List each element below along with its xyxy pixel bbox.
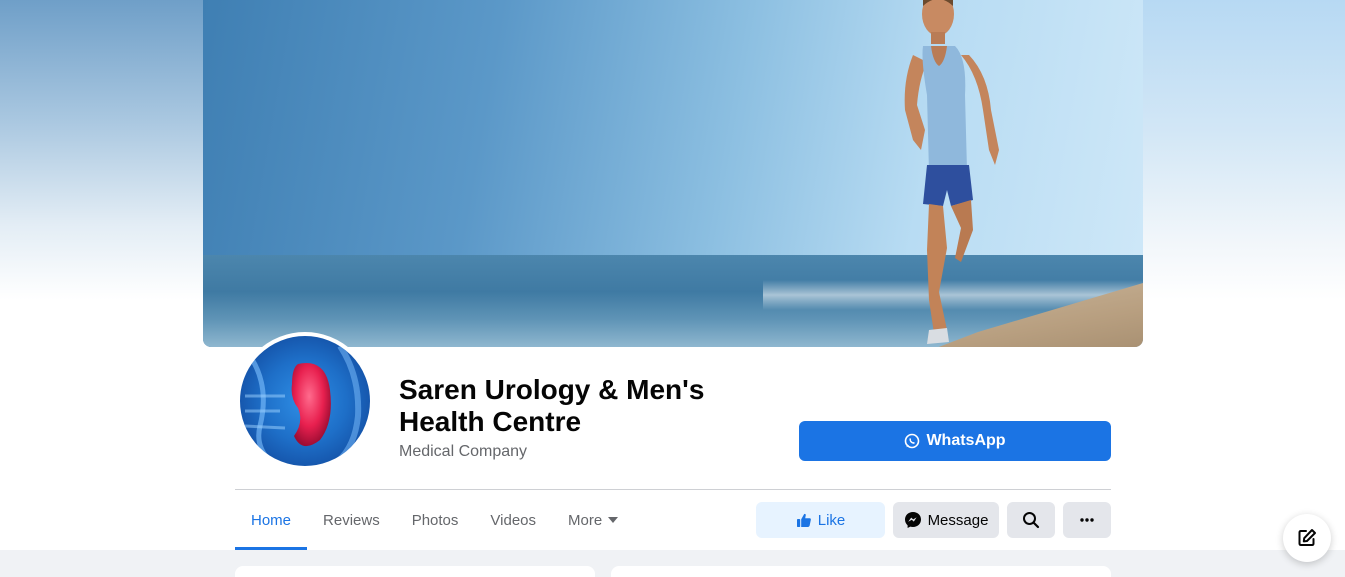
tab-photos-label: Photos (411, 511, 459, 529)
more-options-button[interactable] (1063, 502, 1111, 538)
search-icon (1023, 512, 1040, 529)
search-button[interactable] (1007, 502, 1055, 538)
cover-photo[interactable] (203, 0, 1143, 347)
message-button[interactable]: Message (893, 502, 999, 538)
messenger-icon (904, 512, 921, 528)
kidney-illustration (244, 344, 362, 464)
tab-more[interactable]: More (552, 490, 634, 550)
like-button-label: Like (817, 511, 846, 529)
page-title: Saren Urology & Men's Health Centre (399, 374, 705, 437)
whatsapp-button[interactable]: WhatsApp (799, 421, 1111, 461)
page-category[interactable]: Medical Company (399, 443, 527, 461)
message-button-label: Message (927, 511, 989, 529)
tab-videos[interactable]: Videos (474, 490, 552, 550)
profile-picture[interactable] (236, 332, 374, 470)
tab-home[interactable]: Home (235, 490, 308, 550)
tab-videos-label: Videos (490, 511, 536, 529)
tab-reviews-label: Reviews (323, 511, 380, 529)
cover-background-blur-right (1143, 0, 1345, 300)
page-tabs: Home Reviews Photos Videos More (235, 490, 634, 550)
like-button[interactable]: Like (756, 502, 885, 538)
cover-runner-figure (904, 0, 999, 344)
tab-home-label: Home (251, 511, 292, 529)
whatsapp-button-label: WhatsApp (926, 432, 1006, 449)
tab-reviews[interactable]: Reviews (307, 490, 396, 550)
compose-icon (1298, 529, 1316, 546)
intro-card (235, 566, 595, 577)
posts-card (611, 566, 1111, 577)
new-message-button[interactable] (1283, 514, 1331, 562)
ellipsis-icon (1080, 518, 1094, 522)
tab-more-label: More (568, 511, 603, 529)
thumbs-up-icon (796, 513, 811, 527)
tab-photos[interactable]: Photos (396, 490, 475, 550)
caret-down-icon (608, 517, 619, 523)
whatsapp-icon (905, 433, 920, 449)
